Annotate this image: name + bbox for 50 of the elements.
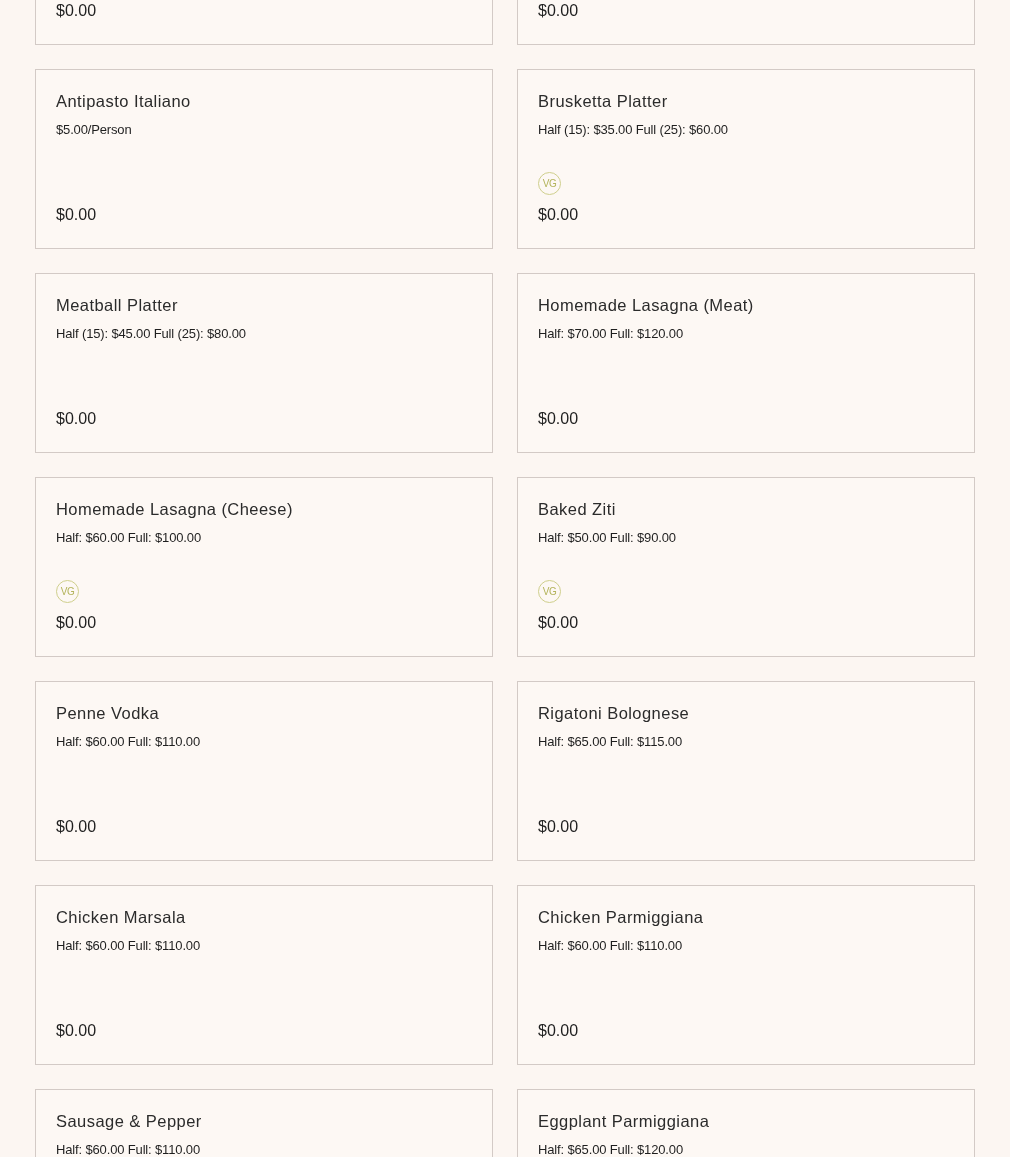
item-name: Brusketta Platter — [538, 91, 668, 111]
item-price: $0.00 — [538, 817, 579, 837]
item-price: $0.00 — [56, 205, 97, 225]
menu-card[interactable]: Antipasto Italiano $5.00/Person $0.00 — [35, 69, 493, 249]
menu-card[interactable]: $0.00 — [35, 0, 493, 45]
menu-card[interactable]: Homemade Lasagna (Meat) Half: $70.00 Full: $120.00 $0.00 — [517, 273, 975, 453]
item-name: Homemade Lasagna (Cheese) — [56, 499, 293, 519]
item-description: Half: $60.00 Full: $100.00 — [56, 529, 201, 546]
item-description: Half: $70.00 Full: $120.00 — [538, 325, 683, 342]
item-name: Chicken Marsala — [56, 907, 186, 927]
item-name: Chicken Parmiggiana — [538, 907, 704, 927]
item-description: Half: $60.00 Full: $110.00 — [56, 937, 200, 954]
item-name: Penne Vodka — [56, 703, 160, 723]
menu-card[interactable]: Eggplant Parmiggiana Half: $65.00 Full: $120.00 — [517, 1089, 975, 1157]
item-price: $0.00 — [56, 409, 97, 429]
item-price: $0.00 — [538, 613, 579, 633]
item-description: Half: $60.00 Full: $110.00 — [56, 733, 200, 750]
item-description: Half: $65.00 Full: $120.00 — [538, 1141, 683, 1157]
item-name: Meatball Platter — [56, 295, 178, 315]
menu-card[interactable]: Homemade Lasagna (Cheese) Half: $60.00 Full: $100.00 VG $0.00 — [35, 477, 493, 657]
item-name: Antipasto Italiano — [56, 91, 191, 111]
item-description: $5.00/Person — [56, 121, 132, 138]
menu-card[interactable]: Baked Ziti Half: $50.00 Full: $90.00 VG $0.00 — [517, 477, 975, 657]
item-description: Half (15): $45.00 Full (25): $80.00 — [56, 325, 246, 342]
item-name: Sausage & Pepper — [56, 1111, 202, 1131]
item-description: Half: $60.00 Full: $110.00 — [538, 937, 682, 954]
item-description: Half: $50.00 Full: $90.00 — [538, 529, 676, 546]
menu-card[interactable]: Sausage & Pepper Half: $60.00 Full: $110.00 — [35, 1089, 493, 1157]
item-description: Half (15): $35.00 Full (25): $60.00 — [538, 121, 728, 138]
menu-card[interactable]: Chicken Marsala Half: $60.00 Full: $110.00 $0.00 — [35, 885, 493, 1065]
menu-card[interactable]: Chicken Parmiggiana Half: $60.00 Full: $110.00 $0.00 — [517, 885, 975, 1065]
item-price: $0.00 — [56, 817, 97, 837]
item-price: $0.00 — [538, 1, 579, 21]
item-price: $0.00 — [538, 409, 579, 429]
item-description: Half: $60.00 Full: $110.00 — [56, 1141, 200, 1157]
item-price: $0.00 — [56, 1, 97, 21]
item-price: $0.00 — [56, 613, 97, 633]
item-description: Half: $65.00 Full: $115.00 — [538, 733, 682, 750]
item-price: $0.00 — [538, 1021, 579, 1041]
menu-card[interactable]: $0.00 — [517, 0, 975, 45]
menu-card[interactable]: Penne Vodka Half: $60.00 Full: $110.00 $0.00 — [35, 681, 493, 861]
menu-card[interactable]: Brusketta Platter Half (15): $35.00 Full (25): $60.00 VG $0.00 — [517, 69, 975, 249]
menu-card[interactable]: Meatball Platter Half (15): $45.00 Full (25): $80.00 $0.00 — [35, 273, 493, 453]
item-price: $0.00 — [56, 1021, 97, 1041]
item-name: Eggplant Parmiggiana — [538, 1111, 710, 1131]
item-name: Rigatoni Bolognese — [538, 703, 690, 723]
item-name: Baked Ziti — [538, 499, 616, 519]
item-price: $0.00 — [538, 205, 579, 225]
menu-card[interactable]: Rigatoni Bolognese Half: $65.00 Full: $115.00 $0.00 — [517, 681, 975, 861]
item-name: Homemade Lasagna (Meat) — [538, 295, 754, 315]
